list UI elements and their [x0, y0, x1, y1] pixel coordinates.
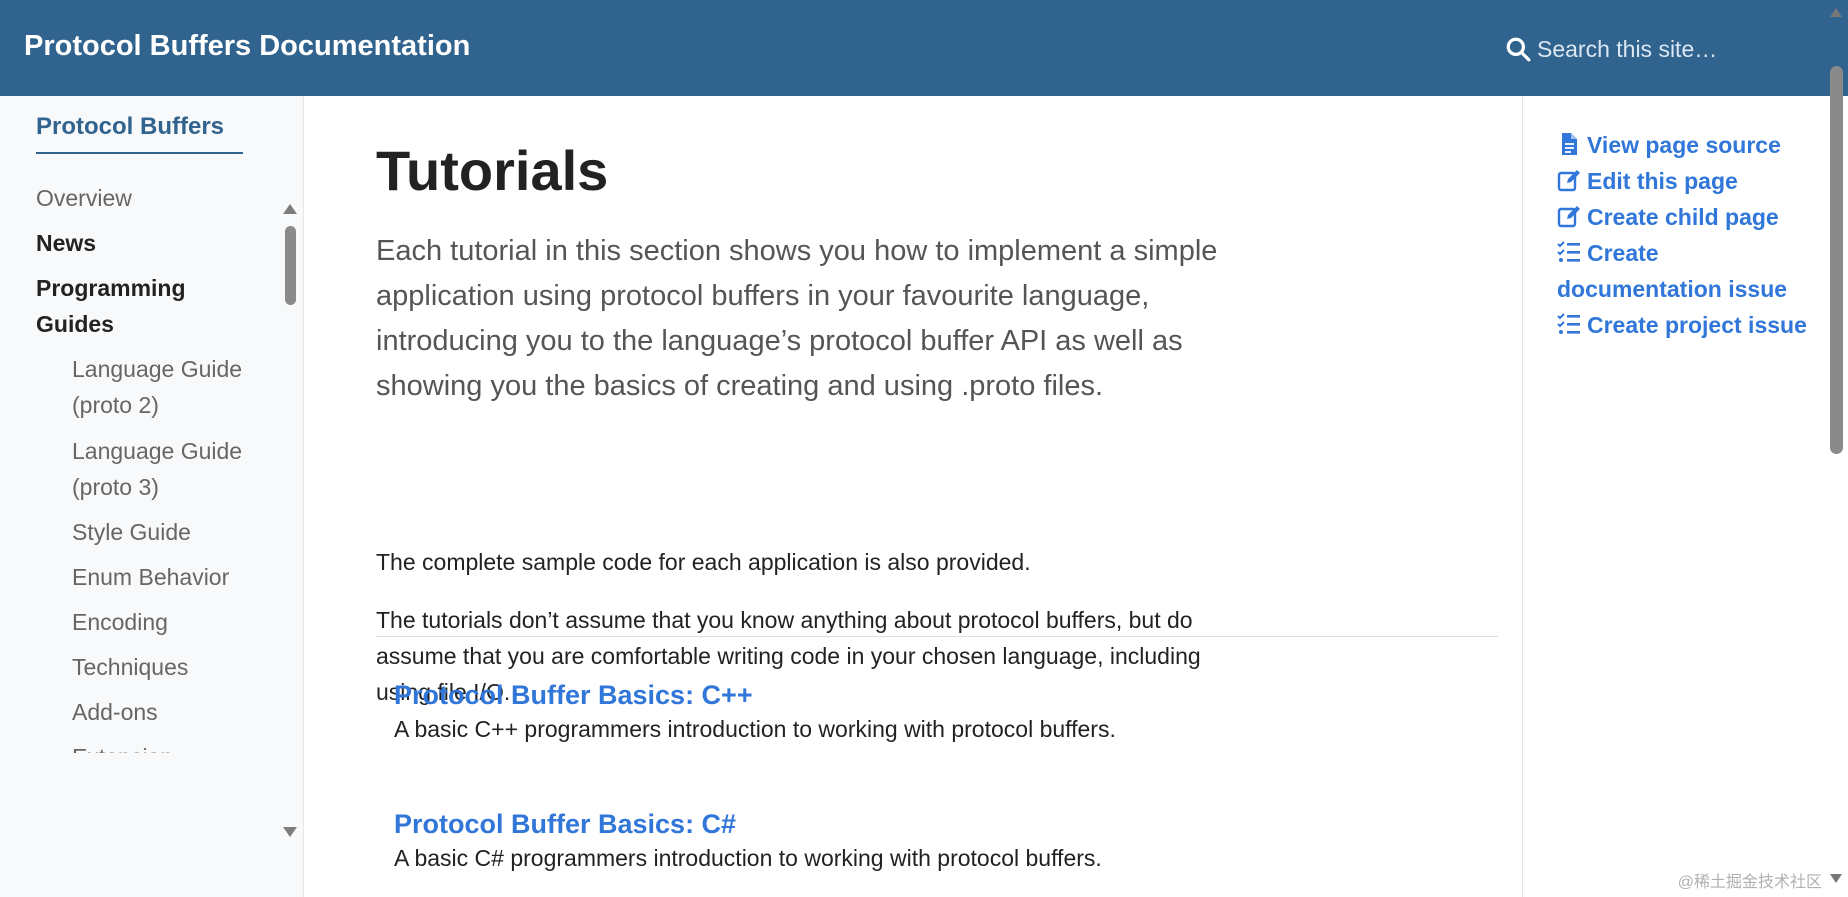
page-title: Tutorials	[376, 139, 609, 202]
create-child-page-link[interactable]: Create child page	[1557, 199, 1822, 235]
sidebar-item-language-guide-proto3-line2[interactable]: (proto 3)	[72, 469, 159, 505]
left-sidebar: Protocol Buffers Overview News Programmi…	[0, 96, 304, 897]
content-divider	[376, 636, 1498, 637]
sidebar-item-language-guide-proto3[interactable]: Language Guide	[72, 433, 242, 469]
create-project-issue-label: Create project issue	[1587, 312, 1807, 338]
tutorial-desc-cpp: A basic C++ programmers introduction to …	[394, 716, 1116, 742]
main-content: Tutorials Each tutorial in this section …	[304, 96, 1522, 897]
page-meta-sidebar: View page source Edit this page Create c…	[1522, 96, 1826, 897]
create-documentation-issue-link[interactable]: Create documentation issue	[1557, 235, 1822, 307]
view-page-source-link[interactable]: View page source	[1557, 127, 1822, 163]
edit-this-page-label: Edit this page	[1587, 168, 1738, 194]
edit-this-page-link[interactable]: Edit this page	[1557, 163, 1822, 199]
sidebar-item-extension-partial[interactable]: Extension	[72, 739, 173, 753]
file-icon	[1562, 133, 1577, 155]
create-documentation-issue-label: Create documentation issue	[1557, 240, 1788, 302]
sidebar-scroll-down-arrow[interactable]	[283, 827, 297, 837]
page-scrollbar-thumb[interactable]	[1830, 66, 1843, 454]
create-child-page-label: Create child page	[1587, 204, 1779, 230]
sidebar-section-title[interactable]: Protocol Buffers	[36, 113, 224, 141]
tutorial-desc-csharp: A basic C# programmers introduction to w…	[394, 845, 1102, 871]
lead-paragraph: Each tutorial in this section shows you …	[376, 235, 1218, 402]
sample-code-paragraph: The complete sample code for each applic…	[376, 549, 1031, 575]
sidebar-item-programming-guides[interactable]: Programming	[36, 270, 186, 306]
tasks-icon	[1557, 313, 1580, 334]
sidebar-scroll-up-arrow[interactable]	[283, 204, 297, 214]
search-input[interactable]	[1537, 35, 1757, 63]
sidebar-section-underline	[36, 152, 243, 154]
sidebar-item-news[interactable]: News	[36, 225, 96, 261]
search-icon	[1506, 37, 1531, 62]
edit-icon	[1557, 170, 1580, 192]
create-project-issue-link[interactable]: Create project issue	[1557, 307, 1822, 343]
sidebar-item-language-guide-proto2-line2[interactable]: (proto 2)	[72, 387, 159, 423]
page-scroll-down-arrow[interactable]	[1830, 874, 1842, 883]
site-title-link[interactable]: Protocol Buffers Documentation	[24, 30, 470, 63]
sidebar-item-style-guide[interactable]: Style Guide	[72, 514, 191, 550]
site-search[interactable]	[1505, 30, 1765, 68]
tutorial-entry: Protocol Buffer Basics: C# A basic C# pr…	[394, 807, 1494, 875]
top-navbar: Protocol Buffers Documentation	[0, 0, 1848, 96]
watermark: @稀土掘金技术社区	[1677, 874, 1822, 891]
tutorial-entry: Protocol Buffer Basics: C++ A basic C++ …	[394, 678, 1494, 746]
sidebar-item-programming-guides-line2[interactable]: Guides	[36, 306, 114, 342]
sidebar-scrollbar-thumb[interactable]	[285, 226, 296, 305]
tutorial-link-cpp[interactable]: Protocol Buffer Basics: C++	[394, 678, 1494, 712]
sidebar-item-encoding[interactable]: Encoding	[72, 604, 168, 640]
sidebar-item-techniques[interactable]: Techniques	[72, 649, 188, 685]
tasks-icon	[1557, 241, 1580, 262]
sidebar-item-enum-behavior[interactable]: Enum Behavior	[72, 559, 229, 595]
view-page-source-label: View page source	[1587, 132, 1781, 158]
edit-icon	[1557, 206, 1580, 228]
page-scroll-up-arrow[interactable]	[1830, 8, 1842, 17]
sidebar-item-overview[interactable]: Overview	[36, 180, 132, 216]
sidebar-item-language-guide-proto2[interactable]: Language Guide	[72, 351, 242, 387]
sidebar-item-add-ons[interactable]: Add-ons	[72, 694, 158, 730]
tutorial-link-csharp[interactable]: Protocol Buffer Basics: C#	[394, 807, 1494, 841]
